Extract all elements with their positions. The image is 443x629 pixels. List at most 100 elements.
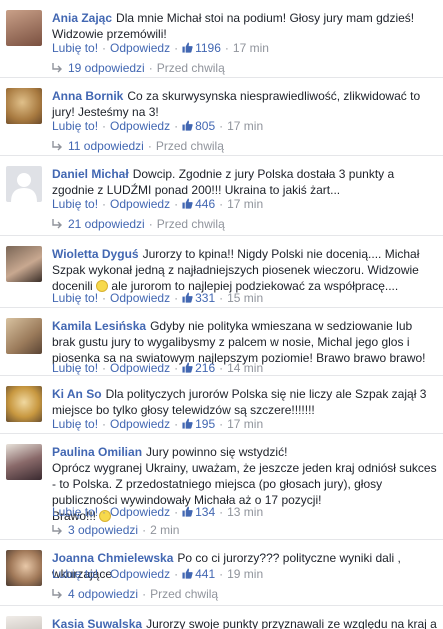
view-replies-link[interactable]: 3 odpowiedzi [68, 523, 138, 537]
view-replies-link[interactable]: 4 odpowiedzi [68, 587, 138, 601]
comment-text-line: Jury powinno się wstydzić! [146, 445, 288, 459]
replies-row: 4 odpowiedzi · Przed chwilą [52, 586, 218, 602]
comment-actions: Lubię to! · Odpowiedz · 1196 · 17 min [52, 41, 269, 55]
avatar[interactable] [6, 88, 42, 124]
like-count[interactable]: 331 [195, 291, 215, 305]
reply-link[interactable]: Odpowiedz [110, 119, 170, 133]
reply-link[interactable]: Odpowiedz [110, 361, 170, 375]
like-link[interactable]: Lubię to! [52, 41, 98, 55]
thumbs-up-icon [182, 568, 193, 579]
replies-row: 11 odpowiedzi · Przed chwilą [52, 138, 224, 154]
reply-arrow-icon [52, 63, 62, 73]
thumbs-up-icon [182, 418, 193, 429]
replies-row: 21 odpowiedzi · Przed chwilą [52, 216, 225, 232]
reply-arrow-icon [52, 525, 62, 535]
view-replies-link[interactable]: 19 odpowiedzi [68, 61, 145, 75]
comment-body: Daniel Michał Dowcip. Zgodnie z jury Pols… [52, 166, 437, 198]
reply-link[interactable]: Odpowiedz [110, 567, 170, 581]
comment-time[interactable]: 17 min [233, 41, 269, 55]
comment-actions: Lubię to! · Odpowiedz · 134 · 13 min [52, 505, 264, 519]
comment-time[interactable]: 17 min [227, 197, 263, 211]
comment-time[interactable]: 19 min [227, 567, 263, 581]
like-link[interactable]: Lubię to! [52, 119, 98, 133]
comment-time[interactable]: 13 min [227, 505, 263, 519]
comment: Anna Bornik Co za skurwysynska niesprawie… [0, 78, 443, 156]
thumbs-up-icon [182, 292, 193, 303]
replies-row: 19 odpowiedzi · Przed chwilą [52, 60, 225, 76]
comment-text-line: Oprócz wygranej Ukrainy, uważam, że jesz… [52, 461, 437, 507]
like-count[interactable]: 805 [195, 119, 215, 133]
like-link[interactable]: Lubię to! [52, 291, 98, 305]
comment-author[interactable]: Ki An So [52, 387, 102, 401]
like-link[interactable]: Lubię to! [52, 361, 98, 375]
comment-time[interactable]: 15 min [227, 291, 263, 305]
replies-time: Przed chwilą [156, 217, 225, 231]
thumbs-up-icon [182, 362, 193, 373]
comment-actions: Lubię to! · Odpowiedz · 331 · 15 min [52, 291, 264, 305]
avatar[interactable] [6, 386, 42, 422]
reply-arrow-icon [52, 141, 62, 151]
replies-time: Przed chwilą [150, 587, 219, 601]
comment-body: Wioletta Dyguś Jurorzy to kpina!! Nigdy P… [52, 246, 437, 294]
comment: Daniel Michał Dowcip. Zgodnie z jury Pols… [0, 156, 443, 236]
like-link[interactable]: Lubię to! [52, 417, 98, 431]
comment-actions: Lubię to! · Odpowiedz · 446 · 17 min [52, 197, 264, 211]
like-link[interactable]: Lubię to! [52, 567, 98, 581]
reply-link[interactable]: Odpowiedz [110, 291, 170, 305]
comment-author[interactable]: Anna Bornik [52, 89, 123, 103]
view-replies-link[interactable]: 11 odpowiedzi [68, 139, 144, 153]
comment-author[interactable]: Daniel Michał [52, 167, 129, 181]
reply-link[interactable]: Odpowiedz [110, 197, 170, 211]
reply-link[interactable]: Odpowiedz [110, 41, 170, 55]
like-count[interactable]: 441 [195, 567, 215, 581]
comment-body: Ania Zając Dla mnie Michał stoi na podium… [52, 10, 437, 42]
view-replies-link[interactable]: 21 odpowiedzi [68, 217, 145, 231]
avatar[interactable] [6, 444, 42, 480]
comment-body: Kasia Suwalska Jurorzy swoje punkty przyz… [52, 616, 437, 629]
replies-row: 3 odpowiedzi · 2 min [52, 522, 179, 538]
comment-author[interactable]: Kamila Lesińska [52, 319, 146, 333]
reply-link[interactable]: Odpowiedz [110, 505, 170, 519]
comment: Joanna Chmielewska Po co ci jurorzy??? po… [0, 540, 443, 606]
comment: Paulina Omilian Jury powinno się wstydzić… [0, 434, 443, 540]
comment-actions: Lubię to! · Odpowiedz · 805 · 17 min [52, 119, 264, 133]
comment-body: Anna Bornik Co za skurwysynska niesprawie… [52, 88, 437, 120]
thumbs-up-icon [182, 120, 193, 131]
reply-arrow-icon [52, 589, 62, 599]
comment-body: Ki An So Dla polityczych jurorów Polska s… [52, 386, 437, 418]
thumbs-up-icon [182, 506, 193, 517]
replies-time: Przed chwilą [156, 61, 225, 75]
avatar[interactable] [6, 318, 42, 354]
reply-arrow-icon [52, 219, 62, 229]
like-count[interactable]: 216 [195, 361, 215, 375]
avatar[interactable] [6, 246, 42, 282]
like-link[interactable]: Lubię to! [52, 197, 98, 211]
replies-time: Przed chwilą [155, 139, 224, 153]
thumbs-up-icon [182, 42, 193, 53]
like-count[interactable]: 195 [195, 417, 215, 431]
avatar[interactable] [6, 616, 42, 629]
like-count[interactable]: 1196 [195, 41, 221, 55]
comment-author[interactable]: Paulina Omilian [52, 445, 142, 459]
avatar[interactable] [6, 10, 42, 46]
comment-author[interactable]: Joanna Chmielewska [52, 551, 173, 565]
like-link[interactable]: Lubię to! [52, 505, 98, 519]
comment-author[interactable]: Wioletta Dyguś [52, 247, 139, 261]
comment-body: Kamila Lesińska Gdyby nie polityka wmiesz… [52, 318, 437, 366]
comment-time[interactable]: 14 min [227, 361, 263, 375]
comment-text: Dla polityczych jurorów Polska się nie l… [52, 387, 427, 417]
comment-actions: Lubię to! · Odpowiedz · 216 · 14 min [52, 361, 264, 375]
avatar[interactable] [6, 550, 42, 586]
comment-author[interactable]: Ania Zając [52, 11, 112, 25]
comment-time[interactable]: 17 min [227, 119, 263, 133]
comment-time[interactable]: 17 min [227, 417, 263, 431]
like-count[interactable]: 446 [195, 197, 215, 211]
comment-author[interactable]: Kasia Suwalska [52, 617, 142, 629]
reply-link[interactable]: Odpowiedz [110, 417, 170, 431]
default-profile-icon [11, 173, 37, 202]
avatar[interactable] [6, 166, 42, 202]
comment: Wioletta Dyguś Jurorzy to kpina!! Nigdy P… [0, 236, 443, 308]
comment-actions: Lubię to! · Odpowiedz · 195 · 17 min [52, 417, 264, 431]
like-count[interactable]: 134 [195, 505, 215, 519]
thumbs-up-icon [182, 198, 193, 209]
